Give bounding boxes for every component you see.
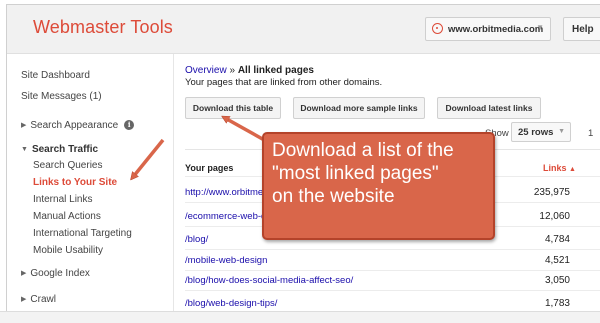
site-selector-dropdown[interactable]: www.orbitmedia.com ▼: [425, 17, 551, 41]
sidebar: Site Dashboard Site Messages (1) ▶ Search…: [7, 54, 174, 323]
triangle-right-icon: ▶: [21, 296, 27, 303]
callout-line-2: "most linked pages": [272, 163, 439, 184]
chevron-down-icon: ▼: [558, 128, 565, 135]
column-header-links[interactable]: Links ▲: [543, 163, 576, 173]
callout-line-1: Download a list of the: [272, 140, 454, 161]
table-row-page-link[interactable]: /blog/how-does-social-media-affect-seo/: [185, 275, 353, 286]
annotation-callout: Download a list of the "most linked page…: [262, 132, 495, 240]
breadcrumb-separator: »: [229, 65, 236, 76]
sidebar-item-label: Google Index: [30, 268, 90, 279]
rows-per-page-select[interactable]: 25 rows ▼: [511, 122, 571, 142]
sidebar-item-manual-actions[interactable]: Manual Actions: [33, 211, 101, 222]
table-row-page-link[interactable]: /mobile-web-design: [185, 255, 267, 266]
row-divider: [185, 270, 600, 271]
sidebar-item-search-traffic[interactable]: ▼ Search Traffic: [21, 144, 98, 155]
bottom-scrollbar[interactable]: [0, 311, 600, 323]
download-table-button[interactable]: Download this table: [185, 97, 281, 119]
chevron-down-icon: ▼: [536, 23, 544, 32]
triangle-right-icon: ▶: [21, 270, 27, 277]
sidebar-item-international-targeting[interactable]: International Targeting: [33, 228, 132, 239]
table-row-links-count: 4,784: [544, 234, 570, 245]
triangle-right-icon: ▶: [21, 122, 27, 129]
rows-per-page-value: 25 rows: [518, 127, 554, 138]
download-sample-links-button[interactable]: Download more sample links: [293, 97, 425, 119]
table-row-page-link[interactable]: /blog/web-design-tips/: [185, 298, 277, 309]
sidebar-item-google-index[interactable]: ▶ Google Index: [21, 268, 90, 279]
app-logo[interactable]: Webmaster Tools: [33, 17, 173, 38]
site-url: www.orbitmedia.com: [448, 24, 544, 35]
breadcrumb-overview-link[interactable]: Overview: [185, 65, 227, 76]
sidebar-item-label: Search Traffic: [31, 144, 99, 155]
sidebar-item-crawl[interactable]: ▶ Crawl: [21, 294, 56, 305]
table-row-links-count: 3,050: [544, 275, 570, 286]
table-row-links-count: 4,521: [544, 255, 570, 266]
page-subtitle: Your pages that are linked from other do…: [185, 77, 383, 88]
page-title: All linked pages: [237, 65, 314, 76]
table-row-links-count: 12,060: [539, 211, 570, 222]
callout-line-3: on the website: [272, 186, 395, 207]
site-circle-icon: [432, 23, 443, 34]
triangle-down-icon: ▼: [21, 146, 28, 153]
table-row-links-count: 1,783: [544, 298, 570, 309]
sidebar-item-site-messages[interactable]: Site Messages (1): [21, 91, 102, 102]
row-divider: [185, 249, 600, 250]
download-latest-links-button[interactable]: Download latest links: [437, 97, 541, 119]
table-row-page-link[interactable]: /blog/: [185, 234, 208, 245]
column-header-links-label: Links: [543, 163, 567, 173]
sidebar-item-mobile-usability[interactable]: Mobile Usability: [33, 245, 103, 256]
sidebar-item-label: Search Appearance: [30, 120, 119, 131]
sidebar-item-links-to-your-site[interactable]: Links to Your Site: [33, 177, 117, 188]
sidebar-item-label: Crawl: [30, 294, 56, 305]
sidebar-item-site-dashboard[interactable]: Site Dashboard: [21, 70, 90, 81]
top-header: Webmaster Tools www.orbitmedia.com ▼ Hel…: [7, 5, 600, 54]
pager-number: 1: [588, 128, 594, 139]
info-icon[interactable]: i: [124, 120, 135, 130]
help-button[interactable]: Help: [563, 17, 600, 41]
column-header-your-pages[interactable]: Your pages: [185, 163, 233, 173]
sidebar-item-search-queries[interactable]: Search Queries: [33, 160, 102, 171]
breadcrumb: Overview » All linked pages: [185, 65, 314, 76]
sidebar-item-search-appearance[interactable]: ▶ Search Appearance i: [21, 120, 135, 131]
sidebar-item-internal-links[interactable]: Internal Links: [33, 194, 92, 205]
row-divider: [185, 290, 600, 291]
table-row-links-count: 235,975: [533, 187, 570, 198]
sort-ascending-icon: ▲: [569, 166, 576, 173]
